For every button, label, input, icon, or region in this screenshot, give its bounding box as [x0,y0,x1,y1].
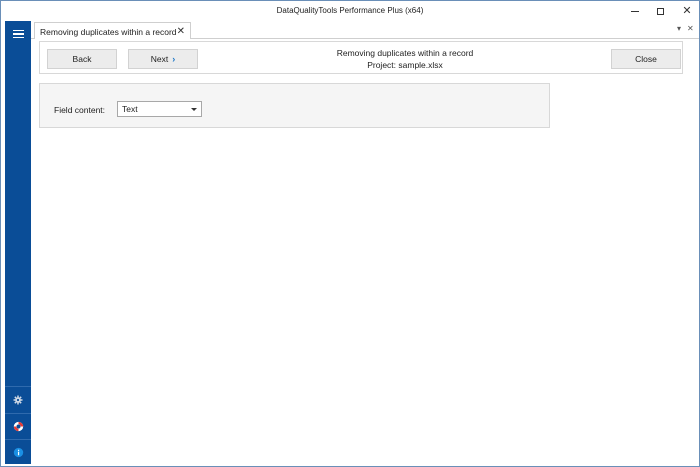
minimize-button[interactable] [621,1,649,21]
tab-removing-duplicates[interactable]: Removing duplicates within a record ✕ [34,22,191,40]
wizard-title: Removing duplicates within a record [336,48,474,58]
title-bar: DataQualityTools Performance Plus (x64) … [1,1,699,21]
dropdown-caret-icon [191,108,197,111]
sidebar-divider [5,439,31,440]
maximize-icon [656,7,664,15]
settings-icon[interactable] [5,390,31,410]
chevron-right-icon: › [172,54,176,64]
help-lifebuoy-icon[interactable] [5,416,31,436]
field-content-label: Field content: [54,105,106,115]
close-button[interactable]: Close [611,49,681,69]
menu-icon[interactable] [5,21,31,47]
close-document-icon[interactable]: ✕ [687,24,694,33]
minimize-icon [631,10,639,12]
window-title: DataQualityTools Performance Plus (x64) [276,6,424,15]
back-button[interactable]: Back [47,49,117,69]
maximize-button[interactable] [646,1,674,21]
next-button[interactable]: Next › [128,49,198,69]
close-button-label: Close [635,54,657,64]
sidebar-divider [5,413,31,414]
options-panel: Field content: Text [39,83,550,128]
close-icon: ✕ [682,4,692,17]
sidebar [5,21,31,464]
document-tabstrip: Removing duplicates within a record ✕ ▾ … [31,21,699,40]
next-button-label: Next [150,54,169,64]
app-window: DataQualityTools Performance Plus (x64) … [0,0,700,467]
tab-list-dropdown-icon[interactable]: ▾ [677,24,681,33]
info-icon[interactable] [5,442,31,462]
wizard-toolbar: Back Next › Removing duplicates within a… [39,41,683,74]
back-button-label: Back [72,54,92,64]
main-content: Back Next › Removing duplicates within a… [31,39,699,464]
window-close-button[interactable]: ✕ [673,1,700,21]
field-content-value: Text [122,104,138,114]
project-name: Project: sample.xlsx [367,60,443,70]
tab-label: Removing duplicates within a record [40,26,177,37]
wizard-header: Removing duplicates within a record Proj… [240,47,570,71]
tab-close-icon[interactable]: ✕ [177,26,185,37]
sidebar-divider [5,386,31,387]
field-content-select[interactable]: Text [117,101,202,117]
